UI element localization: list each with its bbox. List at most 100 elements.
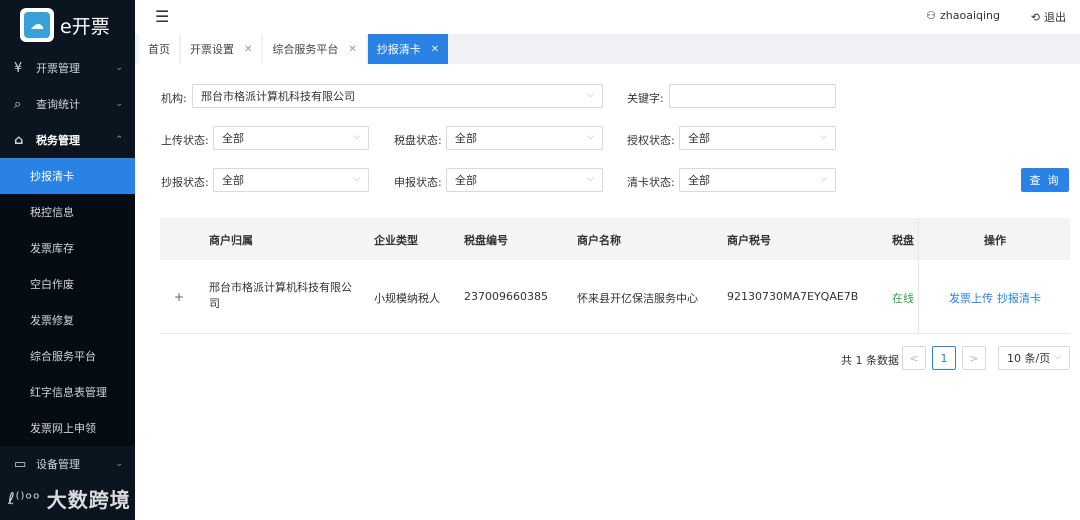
chevron-down-icon: ⌄ <box>115 459 123 469</box>
column-header: 税盘编号 <box>464 234 508 247</box>
fixed-column-divider <box>918 218 919 334</box>
tab-home[interactable]: 首页 <box>139 34 179 64</box>
sidebar-group-query[interactable]: ⌕ 查询统计 ⌄ <box>0 86 135 122</box>
auth-status-select[interactable]: 全部 ⌵ <box>679 126 836 150</box>
table-header: 商户归属 企业类型 税盘编号 商户名称 商户税号 税盘 操作 <box>160 218 1070 260</box>
sidebar-item-blank-void[interactable]: 空白作废 <box>0 266 135 302</box>
close-icon[interactable]: ✕ <box>244 44 252 55</box>
prev-page-button[interactable]: < <box>902 346 926 370</box>
chevron-down-icon: ⌄ <box>115 63 123 73</box>
next-page-button[interactable]: > <box>962 346 986 370</box>
declare-status-label: 申报状态: <box>394 176 442 189</box>
expand-row-icon[interactable]: + <box>174 290 184 304</box>
cell-merchant-name: 怀来县开亿保洁服务中心 <box>577 292 698 305</box>
watermark-text: 大数跨境 <box>46 488 131 512</box>
chevron-down-icon: ⌵ <box>353 132 360 142</box>
sidebar-group-invoicing[interactable]: ¥ 开票管理 ⌄ <box>0 50 135 86</box>
device-icon: ▭ <box>14 456 27 472</box>
cell-disk-status: 在线 <box>892 292 914 305</box>
select-value: 全部 <box>688 174 710 187</box>
sidebar-item-label: 红字信息表管理 <box>30 386 107 399</box>
column-header: 商户税号 <box>727 234 771 247</box>
cell-owner-line1: 邢台市格派计算机科技有限公 <box>209 281 352 294</box>
page-size-select[interactable]: 10 条/页 ⌵ <box>998 346 1070 370</box>
app-logo[interactable]: ☁ e开票 <box>0 0 135 50</box>
sidebar-group-label: 税务管理 <box>36 134 80 147</box>
sidebar-item-label: 综合服务平台 <box>30 350 96 363</box>
logout-icon: ⟲ <box>1030 10 1040 24</box>
search-icon: ⌕ <box>14 96 22 112</box>
org-select[interactable]: 邢台市格派计算机科技有限公司 ⌵ <box>192 84 603 108</box>
tab-bar: 首页 开票设置 ✕ 综合服务平台 ✕ 抄报清卡 ✕ <box>135 34 1080 64</box>
sidebar-item-online-apply[interactable]: 发票网上申领 <box>0 410 135 446</box>
sidebar-group-label: 查询统计 <box>36 98 80 111</box>
upload-status-label: 上传状态: <box>161 134 209 147</box>
tab-report-clear[interactable]: 抄报清卡 ✕ <box>367 34 449 64</box>
auth-status-label: 授权状态: <box>627 134 675 147</box>
disk-status-select[interactable]: 全部 ⌵ <box>446 126 603 150</box>
yen-icon: ¥ <box>14 60 23 76</box>
sidebar-item-invoice-repair[interactable]: 发票修复 <box>0 302 135 338</box>
report-status-select[interactable]: 全部 ⌵ <box>213 168 369 192</box>
sidebar-item-red-info[interactable]: 红字信息表管理 <box>0 374 135 410</box>
cell-owner-line2: 司 <box>209 297 220 310</box>
sidebar-group-tax[interactable]: ⌂ 税务管理 ⌃ <box>0 122 135 158</box>
invoice-upload-link[interactable]: 发票上传 <box>949 290 993 306</box>
sidebar-item-service-platform[interactable]: 综合服务平台 <box>0 338 135 374</box>
logout-button[interactable]: ⟲ 退出 <box>1031 9 1066 25</box>
chevron-down-icon: ⌵ <box>587 132 594 142</box>
clear-status-label: 清卡状态: <box>627 176 675 189</box>
tab-label: 抄报清卡 <box>376 43 421 56</box>
cell-tax-no: 92130730MA7EYQAE7B <box>727 290 859 303</box>
merchant-table: 商户归属 企业类型 税盘编号 商户名称 商户税号 税盘 操作 + 邢台市格派计算… <box>160 218 1070 334</box>
sidebar-group-label: 设备管理 <box>36 458 80 471</box>
declare-status-select[interactable]: 全部 ⌵ <box>446 168 603 192</box>
clear-status-select[interactable]: 全部 ⌵ <box>679 168 836 192</box>
sidebar-item-label: 发票库存 <box>30 242 74 255</box>
sidebar-item-report-clear[interactable]: 抄报清卡 <box>0 158 135 194</box>
chevron-down-icon: ⌵ <box>820 174 827 184</box>
tax-icon: ⌂ <box>14 132 24 148</box>
logout-label: 退出 <box>1044 11 1066 24</box>
user-menu[interactable]: ⚇ zhaoaiqing <box>926 9 1000 22</box>
close-icon[interactable]: ✕ <box>348 44 356 55</box>
watermark: ℓ⁽⁾ᵒᵒ 大数跨境 <box>8 484 131 513</box>
chevron-down-icon: ⌵ <box>820 132 827 142</box>
user-icon: ⚇ <box>926 9 936 22</box>
close-icon[interactable]: ✕ <box>431 44 439 55</box>
cell-owner: 邢台市格派计算机科技有限公 司 <box>209 280 354 312</box>
sidebar-group-label: 开票管理 <box>36 62 80 75</box>
sidebar-item-label: 发票网上申领 <box>30 422 96 435</box>
logo-text: e开票 <box>60 15 110 38</box>
keyword-label: 关键字: <box>627 92 664 105</box>
chevron-up-icon: ⌃ <box>115 135 123 145</box>
column-header: 商户名称 <box>577 234 621 247</box>
tab-invoice-settings[interactable]: 开票设置 ✕ <box>181 34 262 64</box>
select-value: 全部 <box>222 132 244 145</box>
username: zhaoaiqing <box>939 9 1000 22</box>
table-row[interactable]: + 邢台市格派计算机科技有限公 司 小规模纳税人 237009660385 怀来… <box>160 260 1070 334</box>
upload-status-select[interactable]: 全部 ⌵ <box>213 126 369 150</box>
keyword-input[interactable] <box>669 84 836 108</box>
cell-disk-no: 237009660385 <box>464 290 548 303</box>
sidebar-item-tax-control[interactable]: 税控信息 <box>0 194 135 230</box>
select-value: 全部 <box>455 174 477 187</box>
column-header: 税盘 <box>892 234 914 247</box>
cell-type: 小规模纳税人 <box>374 292 440 305</box>
sidebar: ☁ e开票 ¥ 开票管理 ⌄ ⌕ 查询统计 ⌄ ⌂ 税务管理 ⌃ 抄报清卡 税控… <box>0 0 135 520</box>
watermark-logo-icon: ℓ⁽⁾ᵒᵒ <box>8 489 41 508</box>
report-clear-link[interactable]: 抄报清卡 <box>997 290 1041 306</box>
column-header: 商户归属 <box>209 234 253 247</box>
menu-fold-icon[interactable]: ☰ <box>155 7 169 26</box>
org-select-value: 邢台市格派计算机科技有限公司 <box>201 90 355 103</box>
sidebar-group-device[interactable]: ▭ 设备管理 ⌄ <box>0 446 135 482</box>
sidebar-item-label: 空白作废 <box>30 278 74 291</box>
report-status-label: 抄报状态: <box>161 176 209 189</box>
disk-status-label: 税盘状态: <box>394 134 442 147</box>
select-value: 全部 <box>222 174 244 187</box>
query-button[interactable]: 查 询 <box>1021 168 1069 192</box>
tab-service-platform[interactable]: 综合服务平台 ✕ <box>263 34 366 64</box>
select-value: 全部 <box>688 132 710 145</box>
sidebar-item-invoice-stock[interactable]: 发票库存 <box>0 230 135 266</box>
page-1-button[interactable]: 1 <box>932 346 956 370</box>
